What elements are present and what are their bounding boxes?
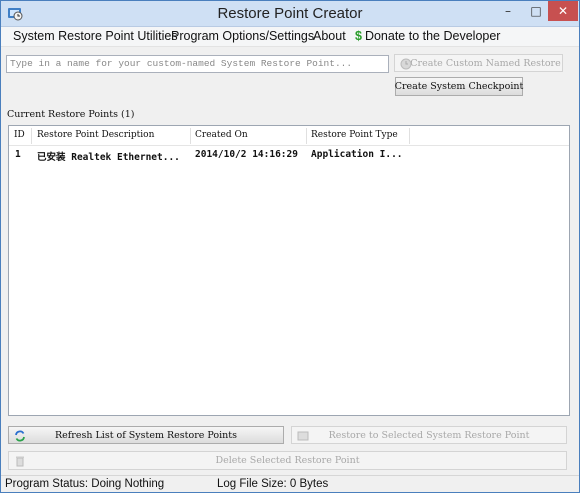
refresh-list-button[interactable]: Refresh List of System Restore Points xyxy=(8,426,284,444)
column-divider[interactable] xyxy=(306,128,307,144)
table-row[interactable]: 1 已安装 Realtek Ethernet... 2014/10/2 14:1… xyxy=(9,146,569,164)
restore-icon xyxy=(297,431,309,441)
column-header-id[interactable]: ID xyxy=(14,130,25,140)
create-custom-named-restore-label: Create Custom Named Restore xyxy=(410,57,561,69)
create-system-checkpoint-button[interactable]: Create System Checkpoint xyxy=(395,77,523,96)
menu-donate-label: Donate to the Developer xyxy=(364,29,501,43)
maximize-button[interactable]: □ xyxy=(522,1,550,21)
menu-about[interactable]: About xyxy=(313,29,346,43)
program-status: Program Status: Doing Nothing xyxy=(5,478,165,490)
column-divider[interactable] xyxy=(409,128,410,144)
list-header: ID Restore Point Description Created On … xyxy=(9,126,569,146)
current-restore-points-label: Current Restore Points (1) xyxy=(7,109,135,120)
menu-bar: System Restore Point Utilities Program O… xyxy=(1,27,579,47)
close-icon: ✕ xyxy=(557,4,569,18)
delete-selected-button[interactable]: Delete Selected Restore Point xyxy=(8,451,567,470)
delete-selected-label: Delete Selected Restore Point xyxy=(215,455,360,466)
column-divider[interactable] xyxy=(31,128,32,144)
row-created-on: 2014/10/2 14:16:29 xyxy=(195,149,298,160)
row-description: 已安装 Realtek Ethernet... xyxy=(37,152,180,163)
status-bar: Program Status: Doing Nothing Log File S… xyxy=(1,475,579,492)
maximize-icon: □ xyxy=(530,4,542,18)
menu-system-restore-point-utilities[interactable]: System Restore Point Utilities xyxy=(13,29,178,43)
restore-to-selected-label: Restore to Selected System Restore Point xyxy=(328,429,530,441)
menu-donate[interactable]: $ Donate to the Developer xyxy=(355,29,500,43)
create-system-checkpoint-label: Create System Checkpoint xyxy=(394,81,524,92)
menu-program-options-settings[interactable]: Program Options/Settings xyxy=(171,29,314,43)
row-id: 1 xyxy=(15,149,21,160)
column-header-type[interactable]: Restore Point Type xyxy=(311,130,398,140)
app-window: Restore Point Creator – □ ✕ System Resto… xyxy=(0,0,580,493)
create-restore-icon xyxy=(400,58,412,70)
refresh-list-label: Refresh List of System Restore Points xyxy=(55,429,237,441)
window-title: Restore Point Creator xyxy=(217,5,363,22)
create-custom-named-restore-button[interactable]: Create Custom Named Restore xyxy=(394,54,563,72)
restore-to-selected-button[interactable]: Restore to Selected System Restore Point xyxy=(291,426,567,444)
log-file-size: Log File Size: 0 Bytes xyxy=(217,478,329,490)
dollar-icon: $ xyxy=(355,29,362,43)
trash-icon xyxy=(16,456,24,467)
restore-points-list[interactable]: ID Restore Point Description Created On … xyxy=(8,125,570,416)
row-type: Application I... xyxy=(311,149,403,160)
column-divider[interactable] xyxy=(190,128,191,144)
column-header-created-on[interactable]: Created On xyxy=(195,130,248,140)
title-bar[interactable]: Restore Point Creator – □ ✕ xyxy=(1,1,579,27)
minimize-button[interactable]: – xyxy=(494,1,522,21)
column-header-description[interactable]: Restore Point Description xyxy=(37,130,154,140)
close-button[interactable]: ✕ xyxy=(548,1,578,21)
restore-point-name-input[interactable]: Type in a name for your custom-named Sys… xyxy=(6,55,389,73)
refresh-icon xyxy=(15,430,25,442)
minimize-icon: – xyxy=(505,4,511,18)
